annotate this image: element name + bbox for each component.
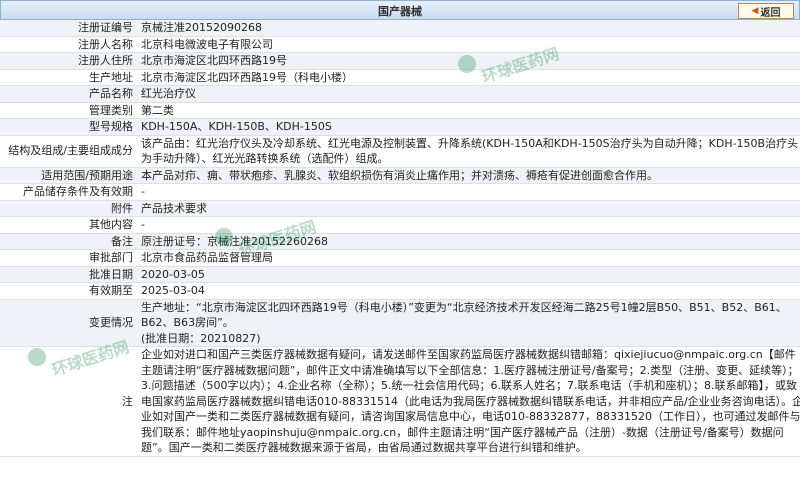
field-value: 生产地址：“北京市海淀区北四环西路19号（科电小楼）”变更为“北京经济技术开发区… (137, 299, 800, 347)
field-value: 北京科电微波电子有限公司 (137, 36, 800, 53)
table-row: 附件 产品技术要求 (0, 200, 800, 217)
table-row: 型号规格 KDH-150A、KDH-150B、KDH-150S (0, 118, 800, 136)
table-row: 注册人住所 北京市海淀区北四环西路19号 (0, 52, 800, 70)
header-bar: 国产器械 ◀ 返回 (0, 0, 800, 20)
table-row: 生产地址 北京市海淀区北四环西路19号（科电小楼） (0, 69, 800, 86)
field-label: 备注 (0, 233, 137, 250)
detail-table: 注册证编号 京械注准20152090268 注册人名称 北京科电微波电子有限公司… (0, 20, 800, 457)
field-label: 附件 (0, 200, 137, 217)
field-value: 2025-03-04 (137, 282, 800, 300)
field-value: 2020-03-05 (137, 266, 800, 283)
field-label: 型号规格 (0, 118, 137, 136)
field-value: 北京市海淀区北四环西路19号（科电小楼） (137, 69, 800, 86)
field-label: 生产地址 (0, 69, 137, 86)
page-title: 国产器械 (378, 5, 422, 18)
table-row: 管理类别 第二类 (0, 102, 800, 119)
field-label: 注册证编号 (0, 20, 137, 37)
table-row: 产品名称 红光治疗仪 (0, 85, 800, 103)
table-row: 变更情况 生产地址：“北京市海淀区北四环西路19号（科电小楼）”变更为“北京经济… (0, 299, 800, 347)
field-label: 有效期至 (0, 282, 137, 300)
field-label: 注 (0, 346, 137, 457)
field-label: 其他内容 (0, 216, 137, 234)
field-value: 北京市海淀区北四环西路19号 (137, 52, 800, 70)
field-value: 产品技术要求 (137, 200, 800, 217)
field-value: 京械注准20152090268 (137, 20, 800, 37)
field-label: 变更情况 (0, 299, 137, 347)
field-label: 注册人住所 (0, 52, 137, 70)
table-row: 注册证编号 京械注准20152090268 (0, 20, 800, 37)
field-label: 适用范围/预期用途 (0, 167, 137, 184)
table-row: 审批部门 北京市食品药品监督管理局 (0, 249, 800, 267)
back-arrow-icon: ◀ (751, 6, 759, 16)
table-row: 结构及组成/主要组成成分 该产品由：红光治疗仪头及冷却系统、红光电源及控制装置、… (0, 135, 800, 168)
field-label: 注册人名称 (0, 36, 137, 53)
field-value: 北京市食品药品监督管理局 (137, 249, 800, 267)
field-value: 红光治疗仪 (137, 85, 800, 103)
table-row: 批准日期 2020-03-05 (0, 266, 800, 283)
field-value: 该产品由：红光治疗仪头及冷却系统、红光电源及控制装置、升降系统(KDH-150A… (137, 135, 800, 168)
back-button-label: 返回 (760, 7, 781, 19)
field-label: 产品名称 (0, 85, 137, 103)
field-value: 第二类 (137, 102, 800, 119)
table-row: 其他内容 - (0, 216, 800, 234)
field-value: - (137, 216, 800, 234)
field-value: 原注册证号：京械注准20152260268 (137, 233, 800, 250)
table-row: 备注 原注册证号：京械注准20152260268 (0, 233, 800, 250)
field-label: 管理类别 (0, 102, 137, 119)
table-row: 注 企业如对进口和国产三类医疗器械数据有疑问，请发送邮件至国家药监局医疗器械数据… (0, 346, 800, 457)
field-label: 结构及组成/主要组成成分 (0, 135, 137, 168)
table-row: 适用范围/预期用途 本产品对疖、痈、带状疱疹、乳腺炎、软组织损伤有消炎止痛作用；… (0, 167, 800, 184)
field-value: 企业如对进口和国产三类医疗器械数据有疑问，请发送邮件至国家药监局医疗器械数据纠错… (137, 346, 800, 457)
field-label: 产品储存条件及有效期 (0, 183, 137, 201)
field-value: 本产品对疖、痈、带状疱疹、乳腺炎、软组织损伤有消炎止痛作用；并对溃疡、褥疮有促进… (137, 167, 800, 184)
table-row: 产品储存条件及有效期 - (0, 183, 800, 201)
field-value: KDH-150A、KDH-150B、KDH-150S (137, 118, 800, 136)
table-row: 注册人名称 北京科电微波电子有限公司 (0, 36, 800, 53)
field-value: - (137, 183, 800, 201)
back-button[interactable]: ◀ 返回 (738, 3, 794, 19)
table-row: 有效期至 2025-03-04 (0, 282, 800, 300)
field-label: 批准日期 (0, 266, 137, 283)
field-label: 审批部门 (0, 249, 137, 267)
